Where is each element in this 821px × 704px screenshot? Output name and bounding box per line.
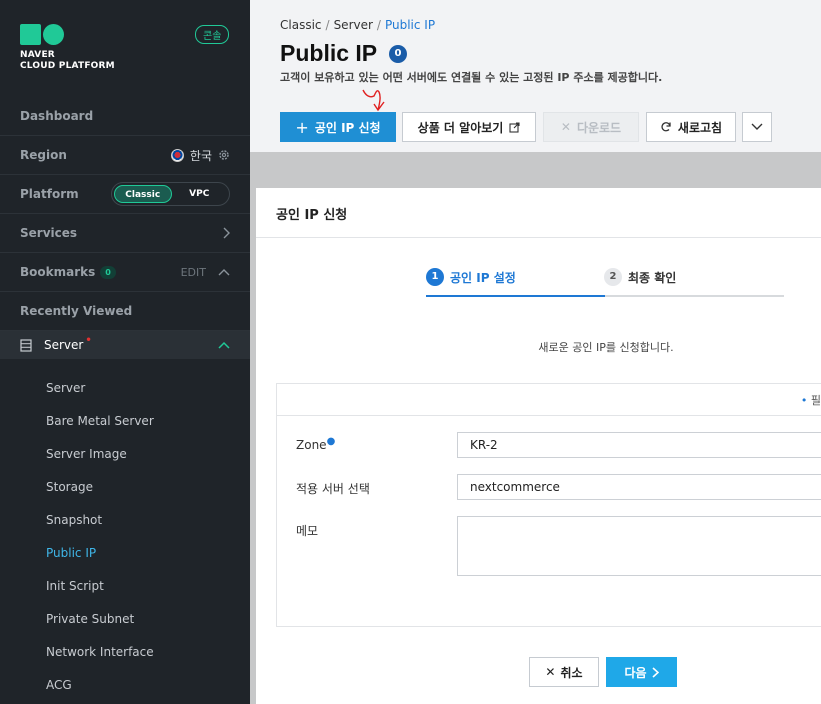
nav-services-label: Services [20, 226, 78, 240]
cancel-label: 취소 [560, 665, 583, 680]
count-badge: 0 [389, 45, 407, 63]
korea-flag-icon [170, 148, 184, 162]
dialog-title: 공인 IP 신청 [256, 188, 821, 238]
sidebar-item-bare-metal-server[interactable]: Bare Metal Server [46, 414, 154, 428]
step-1-label: 공인 IP 설정 [450, 270, 516, 285]
learn-more-button[interactable]: 상품 더 알아보기 [402, 112, 536, 142]
console-badge[interactable]: 콘솔 [195, 25, 230, 44]
sidebar-item-acg[interactable]: ACG [46, 678, 72, 692]
step-1-progress-bar [426, 295, 605, 297]
refresh-button[interactable]: 새로고침 [646, 112, 736, 142]
platform-option-classic[interactable]: Classic [114, 185, 172, 203]
chevron-right-icon [652, 666, 659, 678]
nav-services[interactable]: Services [0, 214, 250, 253]
naver-cloud-logo[interactable]: NAVER CLOUD PLATFORM [20, 24, 115, 72]
zone-label: Zone● [296, 436, 336, 452]
refresh-label: 새로고침 [677, 120, 723, 135]
nav-recently-viewed[interactable]: Recently Viewed [0, 292, 250, 331]
nav-region-label: Region [20, 148, 67, 162]
chevron-up-icon[interactable] [218, 341, 230, 349]
chevron-down-icon [751, 123, 763, 130]
apply-public-ip-dialog: 공인 IP 신청 1 공인 IP 설정 2 최종 확인 새로운 공인 IP를 신… [256, 188, 821, 704]
step-1-number: 1 [426, 268, 444, 286]
dialog-description: 새로운 공인 IP를 신청합니다. [538, 341, 674, 354]
nav-platform-label: Platform [20, 187, 79, 201]
required-dot-icon: • [800, 394, 811, 407]
breadcrumb: Classic / Server / Public IP [280, 18, 436, 32]
sidebar-item-snapshot[interactable]: Snapshot [46, 513, 102, 527]
sidebar-item-public-ip[interactable]: Public IP [46, 546, 96, 560]
download-button[interactable]: ✕ 다운로드 [543, 112, 639, 142]
chevron-up-icon[interactable] [218, 268, 230, 276]
server-icon [20, 338, 32, 352]
learn-more-label: 상품 더 알아보기 [417, 120, 504, 135]
server-select-field[interactable]: nextcommerce [457, 474, 821, 500]
external-link-icon [509, 121, 520, 133]
next-button[interactable]: 다음 [606, 657, 677, 687]
bookmarks-count-badge: 0 [100, 265, 116, 279]
nav-dashboard-label: Dashboard [20, 109, 94, 123]
nav-server-group-label: Server [44, 338, 84, 352]
download-label: 다운로드 [576, 120, 622, 135]
chevron-right-icon [223, 227, 230, 239]
required-note-text: 필 [810, 394, 821, 407]
platform-option-vpc[interactable]: VPC [172, 185, 228, 203]
apply-public-ip-button[interactable]: + 공인 IP 신청 [280, 112, 396, 142]
more-dropdown-button[interactable] [742, 112, 772, 142]
sidebar-item-init-script[interactable]: Init Script [46, 579, 104, 593]
apply-public-ip-label: 공인 IP 신청 [314, 120, 381, 135]
step-1: 1 공인 IP 설정 [426, 268, 516, 286]
server-select-label: 적용 서버 선택 [296, 482, 370, 496]
logo-line1: NAVER [20, 50, 55, 60]
sidebar-item-network-interface[interactable]: Network Interface [46, 645, 154, 659]
form-panel: • 필 Zone● KR-2 적용 서버 선택 nextcommerce 메모 [276, 383, 821, 627]
sidebar-item-private-subnet[interactable]: Private Subnet [46, 612, 134, 626]
sidebar-item-server-image[interactable]: Server Image [46, 447, 127, 461]
zone-label-text: Zone [296, 438, 327, 452]
step-2-label: 최종 확인 [628, 270, 677, 285]
nav-region[interactable]: Region 한국 [0, 136, 250, 175]
region-value: 한국 [189, 148, 212, 163]
zone-field[interactable]: KR-2 [457, 432, 821, 458]
required-dot-icon: ● [326, 436, 336, 447]
memo-textarea[interactable] [457, 516, 821, 576]
annotation-scribble [362, 89, 385, 112]
nav-bookmarks-label: Bookmarks [20, 265, 96, 279]
memo-label: 메모 [296, 524, 319, 538]
sidebar-item-storage[interactable]: Storage [46, 480, 93, 494]
step-2-number: 2 [604, 268, 622, 286]
refresh-icon [661, 122, 671, 132]
logo-line2: CLOUD PLATFORM [20, 61, 115, 71]
nav-dashboard[interactable]: Dashboard [0, 97, 250, 136]
breadcrumb-public-ip: Public IP [384, 18, 436, 32]
sidebar: NAVER CLOUD PLATFORM 콘솔 Dashboard Region… [0, 0, 250, 704]
page-subtitle: 고객이 보유하고 있는 어떤 서버에도 연결될 수 있는 고정된 IP 주소를 … [280, 71, 663, 84]
new-indicator-dot: • [85, 334, 92, 346]
required-note: • 필 [277, 384, 821, 416]
gear-icon[interactable] [218, 149, 230, 161]
nav-bookmarks[interactable]: Bookmarks 0 EDIT [0, 253, 250, 292]
breadcrumb-classic[interactable]: Classic [280, 18, 322, 32]
plus-icon: + [295, 117, 309, 137]
close-x-icon: ✕ [560, 120, 571, 134]
bookmarks-edit-link[interactable]: EDIT [181, 266, 206, 279]
next-label: 다음 [624, 665, 647, 680]
platform-toggle[interactable]: Classic VPC [111, 182, 230, 206]
nav-recently-viewed-label: Recently Viewed [20, 304, 133, 318]
close-icon: ✕ [545, 665, 556, 679]
page-title: Public IP [280, 40, 378, 66]
breadcrumb-server[interactable]: Server [334, 18, 373, 32]
nav-server-group[interactable]: Server • [0, 331, 250, 359]
sidebar-item-server[interactable]: Server [46, 381, 85, 395]
cancel-button[interactable]: ✕ 취소 [529, 657, 599, 687]
step-2: 2 최종 확인 [604, 268, 676, 286]
nav-platform: Platform Classic VPC [0, 175, 250, 214]
step-2-progress-bar [605, 295, 784, 297]
